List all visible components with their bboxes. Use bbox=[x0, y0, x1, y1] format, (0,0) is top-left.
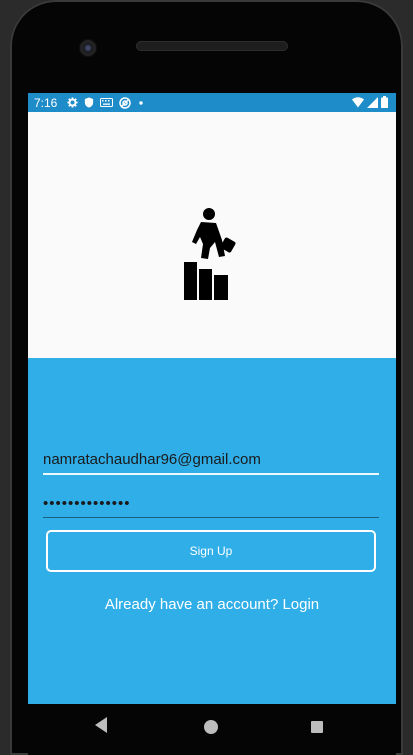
signal-icon bbox=[367, 96, 378, 111]
login-link[interactable]: Already have an account? Login bbox=[28, 596, 396, 613]
front-camera bbox=[80, 40, 96, 56]
battery-icon bbox=[381, 96, 388, 111]
home-icon[interactable] bbox=[204, 720, 218, 734]
email-field[interactable] bbox=[43, 445, 379, 475]
back-icon[interactable] bbox=[95, 717, 107, 733]
sign-up-button[interactable]: Sign Up bbox=[46, 530, 376, 572]
career-climb-icon bbox=[184, 208, 236, 300]
logo-area bbox=[28, 112, 396, 358]
shield-icon bbox=[84, 97, 94, 108]
status-time: 7:16 bbox=[34, 95, 58, 110]
keyboard-icon bbox=[100, 98, 114, 107]
password-field[interactable] bbox=[43, 489, 379, 518]
recents-icon[interactable] bbox=[311, 721, 323, 733]
navigation-bar bbox=[28, 704, 396, 755]
signup-form: Sign Up Already have an account? Login bbox=[28, 358, 396, 704]
status-bar: 7:16 bbox=[28, 93, 396, 112]
dot-icon bbox=[137, 99, 145, 107]
gear-icon bbox=[67, 97, 78, 108]
wifi-icon bbox=[352, 96, 364, 111]
earpiece-speaker bbox=[136, 41, 288, 51]
at-sign-icon bbox=[119, 96, 132, 109]
app-screen: 7:16 namratachaudhar96@gmail.com •••••••… bbox=[28, 93, 396, 704]
